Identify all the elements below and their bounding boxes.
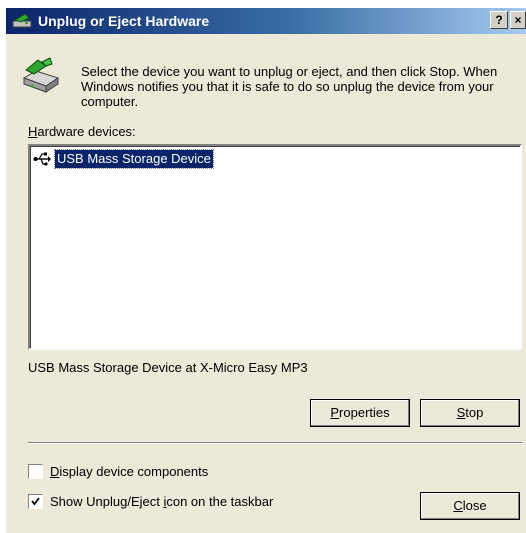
show-icon-pre: Show Unplug/Eject (50, 494, 164, 509)
safely-remove-hardware-icon (22, 57, 60, 93)
divider (28, 442, 522, 444)
show-icon-label: Show Unplug/Eject icon on the taskbar (50, 494, 273, 509)
properties-button[interactable]: Properties (310, 399, 410, 427)
hardware-devices-label: Hardware devices: (28, 124, 136, 139)
display-components-label: Display device components (50, 464, 208, 479)
display-components-checkbox[interactable] (28, 464, 43, 479)
close-rest: lose (462, 498, 487, 513)
checkmark-icon (31, 497, 40, 506)
stop-button[interactable]: Stop (420, 399, 520, 427)
show-icon-checkbox[interactable] (28, 494, 43, 509)
show-icon-post: con on the taskbar (166, 494, 274, 509)
unplug-eject-dialog: Unplug or Eject Hardware ? × Select the … (6, 8, 526, 533)
properties-rest: roperties (339, 405, 390, 420)
stop-rest: top (465, 405, 484, 420)
close-button[interactable]: Close (420, 492, 520, 520)
title-bar[interactable]: Unplug or Eject Hardware ? × (6, 8, 526, 34)
instructions-text: Select the device you want to unplug or … (81, 64, 498, 109)
close-accel: C (453, 498, 463, 513)
hardware-devices-list[interactable]: USB Mass Storage Device (28, 144, 522, 350)
eject-hardware-icon (12, 13, 32, 28)
close-window-button[interactable]: × (510, 11, 526, 29)
hardware-devices-label-rest: ardware devices: (37, 124, 136, 139)
display-components-accel: D (50, 464, 60, 479)
properties-accel: P (330, 405, 340, 420)
window-title: Unplug or Eject Hardware (38, 13, 210, 29)
display-components-rest: isplay device components (59, 464, 209, 479)
device-description: USB Mass Storage Device at X-Micro Easy … (28, 360, 308, 375)
stop-accel: S (456, 405, 466, 420)
help-button[interactable]: ? (490, 11, 508, 29)
hardware-devices-label-accel: H (28, 124, 38, 139)
device-name: USB Mass Storage Device (54, 149, 214, 169)
usb-icon (33, 152, 51, 166)
